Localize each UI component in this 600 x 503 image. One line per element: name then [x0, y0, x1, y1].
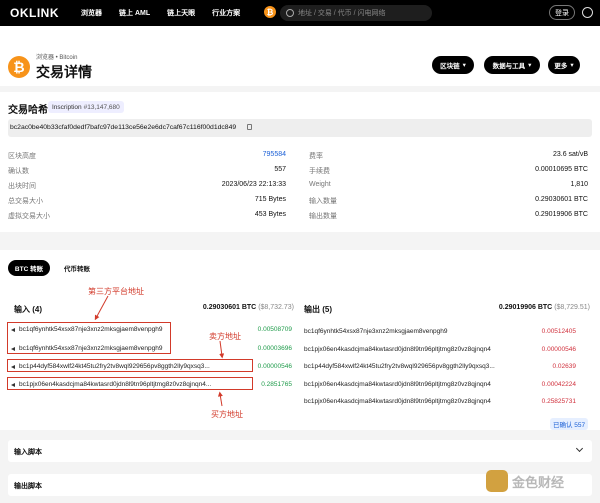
- input-script-title: 输入脚本: [14, 449, 42, 456]
- annotation-arrow-buyer: [217, 391, 223, 407]
- watermark-text: 金色财经: [512, 474, 565, 490]
- watermark-logo-icon: [486, 470, 508, 492]
- output-script-title: 输出脚本: [14, 483, 42, 490]
- annotation-arrow-seller: [219, 340, 225, 359]
- input-script-panel[interactable]: [8, 440, 592, 462]
- annotation-arrows: [94, 295, 225, 407]
- watermark: 金色财经: [486, 470, 564, 492]
- annotation-arrow-platform: [94, 295, 109, 321]
